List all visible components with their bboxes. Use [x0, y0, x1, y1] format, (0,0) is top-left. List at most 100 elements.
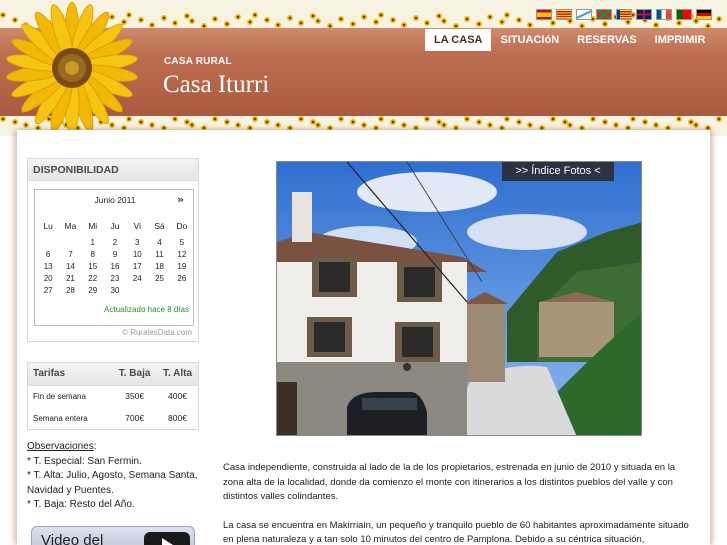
calendar-day: 7: [68, 249, 73, 259]
calendar-day: 21: [65, 273, 75, 283]
rate-period: Semana entera: [33, 413, 88, 423]
calendar-day: 22: [88, 273, 98, 283]
video-button[interactable]: Video del: [31, 526, 195, 545]
calendar-grid: Lu Ma Mi Ju Vi Sá Do 1 2 3 4 5 6 7 8 9 10 11 12 13 14…: [37, 216, 193, 296]
calendar-day: 28: [65, 285, 75, 295]
weekday-label: Sá: [154, 221, 165, 231]
calendar-day: [59, 236, 81, 248]
house-photo-image: [277, 162, 641, 435]
calendar-day: 13: [43, 261, 53, 271]
rates-table: Tarifas T. Baja T. Alta Fin de semana 35…: [28, 363, 198, 429]
calendar-week: 27 28 29 30: [37, 284, 193, 296]
calendar-day: 16: [110, 261, 120, 271]
calendar-day: 4: [157, 237, 162, 247]
calendar-day: [37, 236, 59, 248]
language-selector: [536, 9, 712, 20]
rates-header: T. Alta: [156, 363, 198, 386]
observation-line: * T. Baja: Resto del Año.: [27, 499, 135, 511]
calendar-day: 18: [155, 261, 164, 271]
observation-line: * T. Alta: Julio, Agosto, Semana Santa, …: [27, 470, 198, 496]
main-nav: LA CASA SITUACIóN RESERVAS IMPRIMIR: [425, 29, 714, 51]
table-row: Semana entera 700€ 800€: [28, 407, 198, 429]
weekday-label: Ju: [110, 221, 120, 231]
observations-title: Observaciones: [27, 441, 94, 452]
photo-index-button[interactable]: >> Índice Fotos <: [502, 162, 614, 181]
uk-flag-icon[interactable]: [636, 9, 652, 20]
rate-period: Fin de semana: [33, 391, 86, 401]
calendar-day: [148, 284, 170, 296]
calendar-day: 3: [135, 237, 140, 247]
rate-low: 700€: [125, 413, 145, 423]
calendar-week: 6 7 8 9 10 11 12: [37, 248, 193, 260]
calendar-day: 10: [132, 249, 142, 259]
rate-high: 400€: [168, 391, 187, 402]
next-month-button[interactable]: »: [177, 193, 184, 206]
calendar-week: 13 14 15 16 17 18 19: [37, 260, 193, 272]
house-photo[interactable]: >> Índice Fotos <: [276, 161, 642, 436]
calendar-day: 25: [155, 273, 164, 283]
portugal-flag-icon[interactable]: [676, 9, 692, 20]
observations: Observaciones: * T. Especial: San Fermin…: [27, 440, 207, 513]
nav-imprimir[interactable]: IMPRIMIR: [646, 29, 715, 51]
germany-flag-icon[interactable]: [696, 9, 712, 20]
valencia-flag-icon[interactable]: [616, 9, 632, 20]
calendar-day: 17: [132, 261, 142, 271]
availability-box: DISPONIBILIDAD Junio 2011 » Lu Ma Mi Ju …: [27, 158, 199, 342]
weekday-label: Do: [176, 221, 188, 231]
calendar-month: Junio 2011: [94, 195, 136, 205]
sunflower-logo: [6, 2, 138, 134]
availability-heading: DISPONIBILIDAD: [28, 159, 198, 181]
calendar-day: 9: [112, 249, 118, 259]
table-row: Fin de semana 350€ 400€: [28, 385, 198, 407]
calendar-day: 29: [88, 285, 98, 295]
catalonia-flag-icon[interactable]: [556, 9, 572, 20]
rates-header: T. Baja: [112, 363, 157, 386]
calendar-day: 8: [90, 249, 95, 259]
rates-box: Tarifas T. Baja T. Alta Fin de semana 35…: [27, 362, 199, 430]
calendar-day: 15: [88, 261, 98, 271]
calendar-day: 23: [110, 273, 120, 283]
calendar-day: 12: [177, 249, 187, 259]
calendar-day: 2: [112, 237, 118, 247]
house-description: Casa independiente, construida al lado d…: [223, 461, 695, 545]
description-paragraph: Casa independiente, construida al lado d…: [223, 462, 676, 503]
calendar-day: 6: [45, 249, 51, 259]
calendar-day: 5: [179, 237, 185, 247]
calendar-day: 20: [43, 273, 53, 283]
calendar-day: 1: [90, 237, 95, 247]
calendar-day: [171, 284, 193, 296]
rate-low: 350€: [125, 391, 145, 402]
observation-line: * T. Especial: San Fermin.: [27, 455, 142, 467]
calendar-day: 27: [43, 285, 53, 295]
weekday-label: Lu: [43, 221, 53, 231]
calendar-credit-link[interactable]: © RuralesData.com: [122, 328, 192, 337]
calendar-day: [126, 284, 148, 296]
play-icon: [144, 532, 190, 545]
basque-flag-icon[interactable]: [596, 9, 612, 20]
nav-reservas[interactable]: RESERVAS: [568, 29, 646, 51]
video-label: Video del: [41, 532, 104, 545]
calendar-week: 20 21 22 23 24 25 26: [37, 272, 193, 284]
calendar-week: 1 2 3 4 5: [37, 236, 193, 248]
calendar-day: 11: [155, 249, 164, 259]
calendar-day: 30: [110, 285, 120, 295]
rates-header: Tarifas: [28, 363, 113, 386]
france-flag-icon[interactable]: [656, 9, 672, 20]
calendar-day: 24: [132, 273, 142, 283]
calendar-day: 14: [65, 261, 75, 271]
site-subtitle: CASA RURAL: [164, 56, 232, 67]
rate-high: 800€: [168, 413, 187, 423]
calendar-day: 26: [177, 273, 187, 283]
weekday-label: Vi: [133, 221, 141, 231]
calendar-day: 19: [177, 261, 187, 271]
nav-la-casa[interactable]: LA CASA: [425, 29, 492, 51]
spain-flag-icon[interactable]: [536, 9, 552, 20]
calendar-updated-note: Actualizado hace 8 días: [104, 305, 189, 314]
weekday-label: Mi: [88, 221, 98, 231]
availability-calendar: Junio 2011 » Lu Ma Mi Ju Vi Sá Do 123456…: [34, 189, 194, 326]
galicia-flag-icon[interactable]: [576, 9, 592, 20]
description-paragraph: La casa se encuentra en Makirriain, un p…: [223, 519, 689, 545]
nav-situacion[interactable]: SITUACIóN: [491, 29, 568, 51]
weekday-label: Ma: [64, 221, 77, 231]
site-title[interactable]: Casa Iturri: [163, 71, 269, 99]
